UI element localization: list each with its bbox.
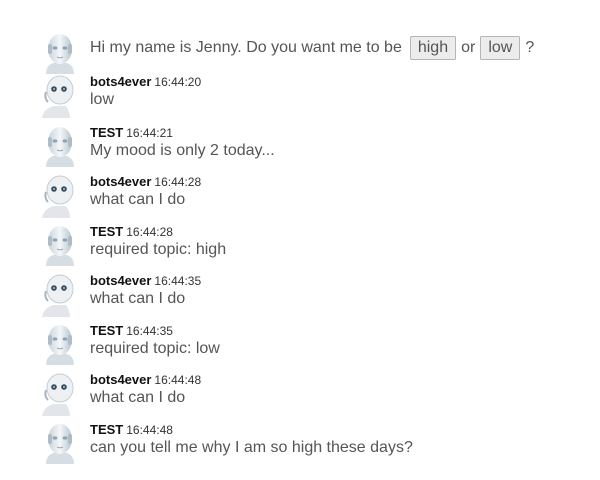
robot-face-icon: [40, 32, 80, 76]
message-time: 16:44:21: [126, 126, 173, 140]
message-text: what can I do: [90, 290, 186, 307]
message-text: what can I do: [90, 191, 186, 208]
message-time: 16:44:35: [154, 274, 202, 288]
message-sender: TEST: [90, 224, 124, 239]
message-text: My mood is only 2 today...: [90, 142, 275, 159]
intro-text-after: ?: [525, 39, 535, 56]
robot-pepper-icon: [40, 174, 80, 218]
robot-face-icon: [40, 224, 80, 268]
message-sender: TEST: [90, 323, 124, 338]
message-text: required topic: high: [90, 241, 227, 258]
message-text: low: [90, 91, 115, 108]
message-time: 16:44:35: [126, 324, 173, 338]
message-sender: bots4ever: [90, 372, 152, 387]
intro-or: or: [461, 39, 476, 56]
intro-text-before: Hi my name is Jenny. Do you want me to b…: [90, 39, 402, 56]
robot-face-icon: [40, 422, 80, 466]
robot-pepper-icon: [40, 372, 80, 416]
message-time: 16:44:28: [126, 225, 173, 239]
chat-log: Hi my name is Jenny. Do you want me to b…: [0, 0, 600, 480]
message-time: 16:44:28: [154, 175, 202, 189]
message-sender: bots4ever: [90, 74, 152, 89]
robot-face-icon: [40, 125, 80, 169]
message-sender: bots4ever: [90, 174, 152, 189]
message-sender: bots4ever: [90, 273, 152, 288]
message-text: what can I do: [90, 389, 186, 406]
robot-pepper-icon: [40, 273, 80, 317]
robot-pepper-icon: [40, 74, 80, 118]
message-sender: TEST: [90, 125, 124, 140]
message-time: 16:44:48: [154, 373, 202, 387]
message-text: can you tell me why I am so high these d…: [90, 439, 413, 456]
robot-face-icon: [40, 323, 80, 367]
message-time: 16:44:48: [126, 423, 173, 437]
intro-text: Hi my name is Jenny. Do you want me to b…: [90, 36, 590, 60]
choice-high-button[interactable]: high: [409, 36, 457, 60]
message-time: 16:44:20: [154, 75, 202, 89]
choice-low-button[interactable]: low: [480, 36, 521, 60]
message-sender: TEST: [90, 422, 124, 437]
message-text: required topic: low: [90, 340, 220, 357]
